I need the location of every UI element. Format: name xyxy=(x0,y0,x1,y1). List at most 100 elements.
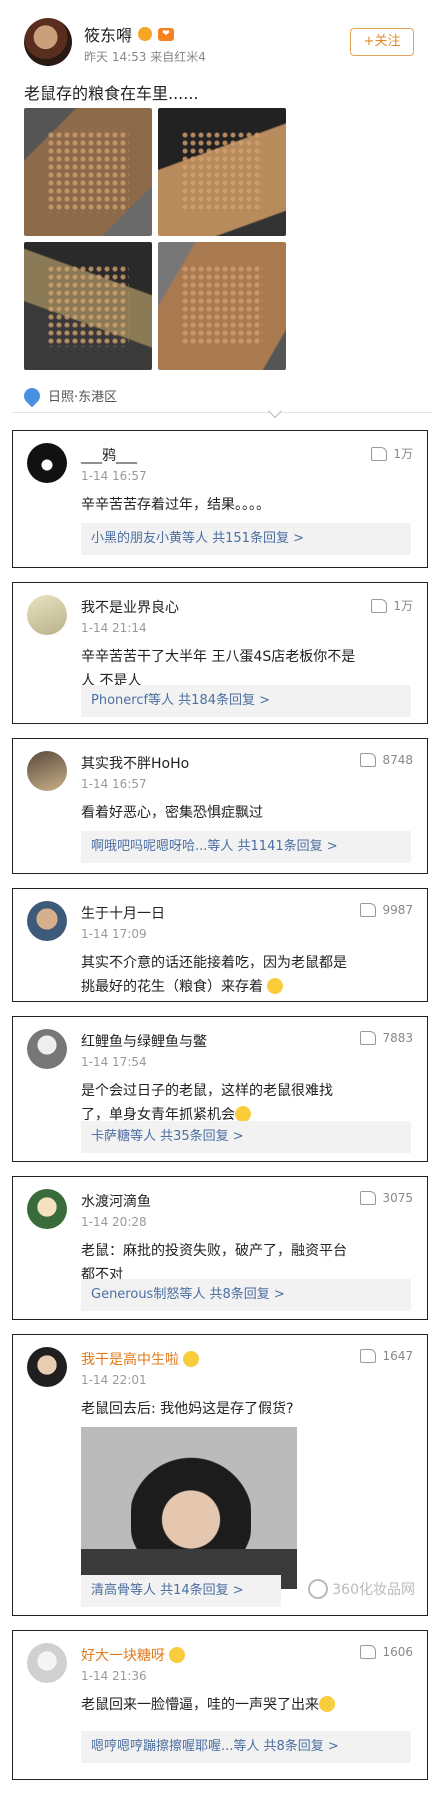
commenter-avatar[interactable] xyxy=(27,1347,67,1387)
emoji-icon xyxy=(267,978,284,994)
like-button[interactable]: 1万 xyxy=(371,597,413,614)
author-name[interactable]: 筱东嘚 xyxy=(84,22,132,46)
verified-badge-icon xyxy=(138,27,153,41)
like-button[interactable]: 3075 xyxy=(360,1191,413,1205)
like-count: 1万 xyxy=(393,447,413,461)
commenter-avatar[interactable] xyxy=(27,751,67,791)
commenter-avatar[interactable] xyxy=(27,901,67,941)
like-count: 9987 xyxy=(382,903,413,917)
like-count: 1606 xyxy=(382,1645,413,1659)
comment-line-text: 挑最好的花生（粮食）来存着 xyxy=(81,979,263,995)
post-text: 老鼠存的粮食在车里...... xyxy=(24,84,199,103)
divider xyxy=(12,412,432,413)
post-photo[interactable] xyxy=(158,108,286,236)
post-location[interactable]: 日照·东港区 xyxy=(20,384,118,407)
comment-card: 生于十月一日 1-14 17:09 9987 其实不介意的话还能接着吃，因为老鼠… xyxy=(12,888,428,1002)
commenter-name-text: 好大一块糖呀 xyxy=(81,1648,165,1664)
comment-text: 老鼠回来一脸懵逼，哇的一声哭了出来 xyxy=(81,1693,411,1717)
member-badge-icon xyxy=(183,1351,200,1367)
like-button[interactable]: 8748 xyxy=(360,753,413,767)
watermark-text: 360化妆品网 xyxy=(332,1582,415,1598)
comment-card: 我干是高中生啦 1-14 22:01 1647 老鼠回去后: 我他妈这是存了假货… xyxy=(12,1334,428,1616)
like-count: 3075 xyxy=(382,1191,413,1205)
commenter-name-text: 我干是高中生啦 xyxy=(81,1352,179,1368)
comment-time: 1-14 22:01 xyxy=(81,1373,147,1387)
commenter-name[interactable]: 水渡河滴鱼 xyxy=(81,1191,151,1211)
commenter-name[interactable]: 生于十月一日 xyxy=(81,903,165,923)
location-label: 日照·东港区 xyxy=(48,390,118,405)
like-button[interactable]: 9987 xyxy=(360,903,413,917)
comment-line: 其实不介意的话还能接着吃，因为老鼠都是 xyxy=(81,955,347,971)
commenter-avatar[interactable] xyxy=(27,1029,67,1069)
location-pin-icon xyxy=(20,384,44,407)
like-button[interactable]: 1647 xyxy=(360,1349,413,1363)
comment-card: 好大一块糖呀 1-14 21:36 1606 老鼠回来一脸懵逼，哇的一声哭了出来… xyxy=(12,1630,428,1780)
like-count: 8748 xyxy=(382,753,413,767)
watermark-logo-icon xyxy=(308,1579,329,1599)
comment-time: 1-14 16:57 xyxy=(81,469,147,483)
comment-line: 辛辛苦苦干了大半年 王八蛋4S店老板你不是 xyxy=(81,649,356,665)
like-count: 1万 xyxy=(393,599,413,613)
comment-line: 老鼠回来一脸懵逼，哇的一声哭了出来 xyxy=(81,1697,319,1713)
chevron-down-icon[interactable] xyxy=(267,403,283,419)
author-name-row: 筱东嘚 ❤ xyxy=(84,22,175,46)
comment-line: 辛辛苦苦存着过年，结果。。。。 xyxy=(81,497,270,513)
like-count: 1647 xyxy=(382,1349,413,1363)
like-button[interactable]: 1606 xyxy=(360,1645,413,1659)
post-meta: 昨天 14:53 来自红米4 xyxy=(84,48,206,65)
commenter-name[interactable]: ___鸦___ xyxy=(81,445,137,465)
commenter-name[interactable]: 好大一块糖呀 xyxy=(81,1645,186,1665)
commenter-avatar[interactable] xyxy=(27,595,67,635)
replies-link[interactable]: Phonercf等人 共184条回复 > xyxy=(81,685,411,717)
comment-time: 1-14 17:09 xyxy=(81,927,147,941)
thumbs-up-icon xyxy=(360,1349,377,1363)
replies-link[interactable]: 嗯哼嗯哼蹦擦擦喔耶喔...等人 共8条回复 > xyxy=(81,1731,411,1763)
comment-image[interactable] xyxy=(81,1427,297,1589)
thumbs-up-icon xyxy=(360,1031,377,1045)
post-time: 昨天 14:53 xyxy=(84,50,147,64)
like-button[interactable]: 1万 xyxy=(371,445,413,462)
post-photo[interactable] xyxy=(158,242,286,370)
commenter-name[interactable]: 我不是业界良心 xyxy=(81,597,179,617)
replies-link[interactable]: Generous制怒等人 共8条回复 > xyxy=(81,1279,411,1311)
comment-time: 1-14 21:36 xyxy=(81,1669,147,1683)
follow-button[interactable]: +关注 xyxy=(350,28,414,56)
comment-time: 1-14 16:57 xyxy=(81,777,147,791)
commenter-avatar[interactable] xyxy=(27,1643,67,1683)
thumbs-up-icon xyxy=(360,1191,377,1205)
laughing-emoji-icon xyxy=(235,1106,251,1122)
replies-link[interactable]: 啊哦吧吗呢嗯呀哈...等人 共1141条回复 > xyxy=(81,831,411,863)
replies-link[interactable]: 清高骨等人 共14条回复 > xyxy=(81,1575,281,1607)
commenter-avatar[interactable] xyxy=(27,443,67,483)
replies-link[interactable]: 卡萨糖等人 共35条回复 > xyxy=(81,1121,411,1153)
commenter-name[interactable]: 其实我不胖HoHo xyxy=(81,753,189,773)
member-badge-icon xyxy=(169,1647,186,1663)
author-avatar[interactable] xyxy=(24,18,72,66)
thumbs-up-icon xyxy=(371,446,388,461)
post-source: 来自红米4 xyxy=(150,50,206,64)
comment-card: ___鸦___ 1-14 16:57 1万 辛辛苦苦存着过年，结果。。。。 小黑… xyxy=(12,430,428,568)
comment-time: 1-14 17:54 xyxy=(81,1055,147,1069)
like-count: 7883 xyxy=(382,1031,413,1045)
watermark: 360化妆品网 xyxy=(308,1579,415,1599)
comment-text: 老鼠回去后: 我他妈这是存了假货? xyxy=(81,1397,411,1421)
comment-line: 老鼠回去后: 我他妈这是存了假货? xyxy=(81,1401,294,1417)
comment-card: 其实我不胖HoHo 1-14 16:57 8748 看着好恶心，密集恐惧症飘过 … xyxy=(12,738,428,874)
replies-link[interactable]: 小黑的朋友小黄等人 共151条回复 > xyxy=(81,523,411,555)
commenter-name[interactable]: 我干是高中生啦 xyxy=(81,1349,200,1369)
comment-card: 我不是业界良心 1-14 21:14 1万 辛辛苦苦干了大半年 王八蛋4S店老板… xyxy=(12,582,428,724)
comment-text: 是个会过日子的老鼠，这样的老鼠很难找 了，单身女青年抓紧机会 xyxy=(81,1079,411,1127)
comment-text: 辛辛苦苦存着过年，结果。。。。 xyxy=(81,493,411,517)
laughing-emoji-icon xyxy=(319,1696,335,1712)
thumbs-up-icon xyxy=(360,903,377,917)
comment-line: 挑最好的花生（粮食）来存着 xyxy=(81,975,411,999)
comment-line: 是个会过日子的老鼠，这样的老鼠很难找 xyxy=(81,1083,333,1099)
post-photo[interactable] xyxy=(24,108,152,236)
commenter-name[interactable]: 红鲤鱼与绿鲤鱼与鳖 xyxy=(81,1031,207,1051)
post-image-grid xyxy=(24,108,286,370)
commenter-avatar[interactable] xyxy=(27,1189,67,1229)
post-photo[interactable] xyxy=(24,242,152,370)
comment-card: 水渡河滴鱼 1-14 20:28 3075 老鼠：麻批的投资失败，破产了，融资平… xyxy=(12,1176,428,1320)
like-button[interactable]: 7883 xyxy=(360,1031,413,1045)
thumbs-up-icon xyxy=(360,1645,377,1659)
